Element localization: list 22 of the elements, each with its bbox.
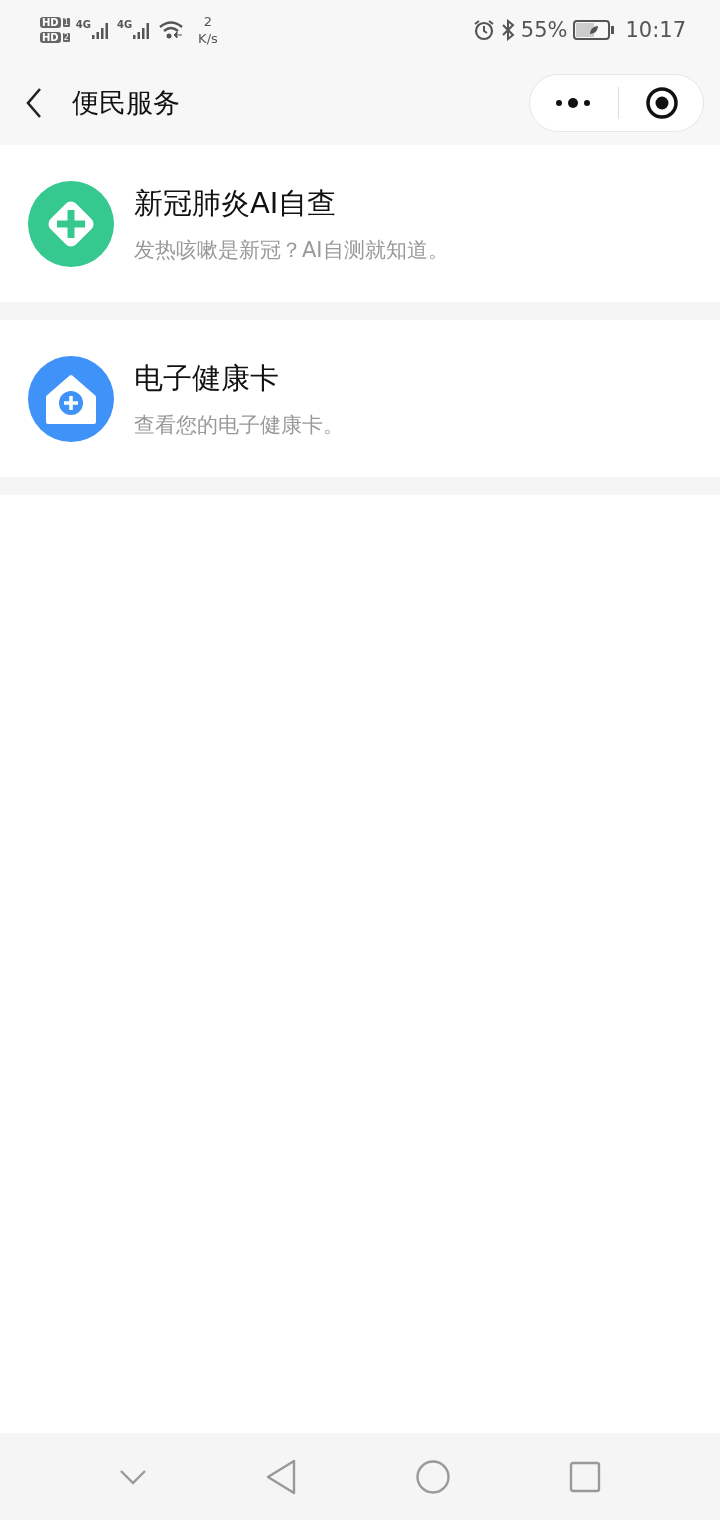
close-icon[interactable] bbox=[645, 85, 679, 120]
service-title: 电子健康卡 bbox=[134, 359, 280, 397]
speed-value: 2 bbox=[203, 13, 213, 30]
back-icon[interactable] bbox=[24, 86, 44, 119]
more-icon[interactable] bbox=[554, 96, 592, 109]
back-triangle-icon[interactable] bbox=[265, 1458, 297, 1495]
clock-time: 10:17 bbox=[625, 18, 686, 42]
service-description: 查看您的电子健康卡。 bbox=[134, 411, 344, 439]
service-title: 新冠肺炎AI自查 bbox=[134, 184, 338, 222]
network-label: 4G bbox=[75, 19, 91, 30]
page-title: 便民服务 bbox=[72, 85, 181, 120]
speed-unit: K/s bbox=[198, 30, 218, 47]
service-description: 发热咳嗽是新冠？AI自测就知道。 bbox=[134, 236, 449, 264]
battery-percent: 55% bbox=[520, 18, 568, 42]
battery-icon bbox=[573, 20, 616, 40]
wifi-icon bbox=[158, 20, 185, 40]
chevron-down-icon[interactable] bbox=[119, 1468, 147, 1485]
network-label: 4G bbox=[116, 19, 133, 30]
recent-square-icon[interactable] bbox=[569, 1460, 601, 1493]
home-circle-icon[interactable] bbox=[415, 1458, 451, 1495]
bluetooth-icon bbox=[500, 19, 515, 41]
alarm-icon bbox=[472, 19, 495, 41]
